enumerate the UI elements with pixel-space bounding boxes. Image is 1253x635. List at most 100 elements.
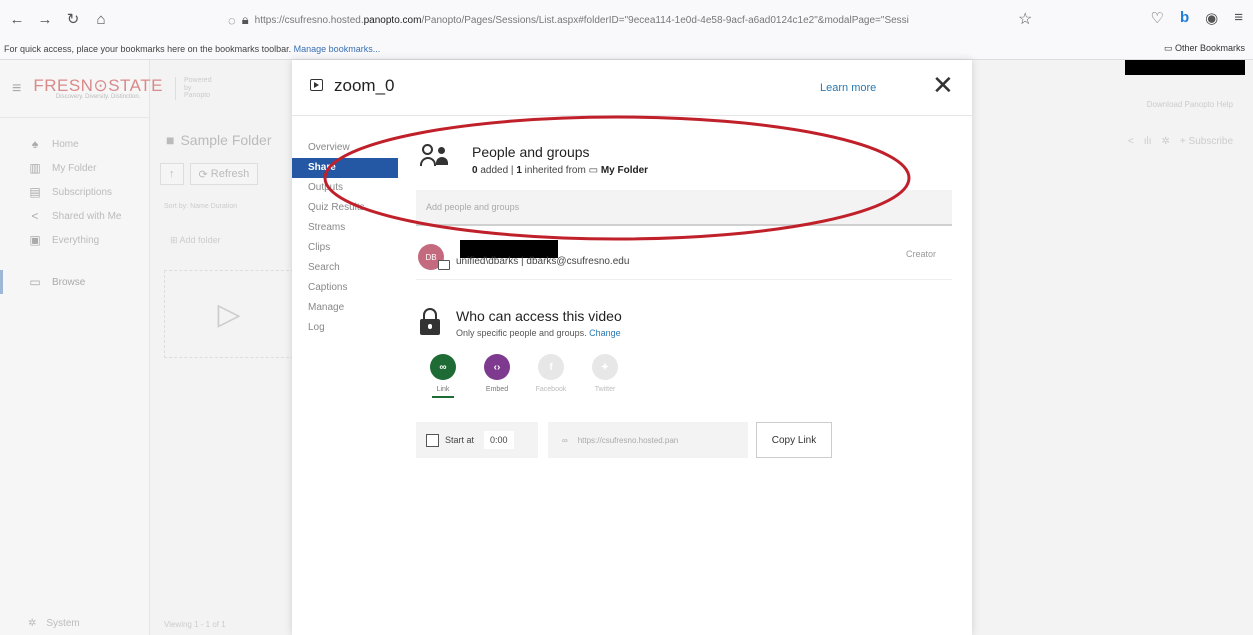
people-icon (420, 144, 450, 170)
sidebar-item-shared-with-me[interactable]: < Shared with Me (0, 204, 149, 228)
share-facebook-option[interactable]: f Facebook (526, 354, 576, 393)
link-icon: ∞ (562, 435, 568, 445)
learn-more-link[interactable]: Learn more (820, 82, 876, 94)
other-bookmarks[interactable]: ▭ Other Bookmarks (1164, 43, 1245, 54)
menu-item-quiz-results[interactable]: Quiz Results (292, 198, 398, 218)
upload-button[interactable]: ↑ (160, 163, 184, 185)
menu-item-share[interactable]: Share (292, 158, 398, 178)
right-panel: Download Panopto Help < ılı ✲ + Subscrib… (972, 60, 1253, 635)
other-bookmarks-label: Other Bookmarks (1174, 43, 1245, 53)
sort-bar: Sort by: Name Duration (164, 203, 238, 210)
twitter-icon: ✦ (592, 354, 618, 380)
logo-text: FRESN⊙STATE (33, 76, 163, 95)
manage-bookmarks-link[interactable]: Manage bookmarks... (294, 44, 381, 54)
share-content: People and groups 0 added | 1 inherited … (416, 116, 956, 635)
menu-icon[interactable]: ≡ (1234, 9, 1243, 27)
menu-item-clips[interactable]: Clips (292, 238, 398, 258)
change-access-link[interactable]: Change (589, 328, 621, 338)
link-controls: Start at 0:00 ∞ https://csufresno.hosted… (416, 422, 952, 462)
added-label: added (480, 165, 509, 176)
share-option-label: Facebook (535, 386, 567, 393)
copy-link-button[interactable]: Copy Link (756, 422, 832, 458)
share-options: ∞ Link ‹› Embed f Facebook ✦ Twitter (416, 354, 676, 404)
bookmark-star-icon[interactable]: ☆ (1018, 9, 1032, 29)
browser-toolbar: ← → ↻ ⌂ ◌ 🔒︎ https://csufresno.hosted. pa… (0, 0, 1253, 38)
embed-icon: ‹› (484, 354, 510, 380)
settings-icon[interactable]: ✲ (1162, 136, 1170, 147)
forward-icon[interactable]: → (34, 8, 56, 30)
inherited-count: 1 (516, 165, 522, 176)
sidebar-item-browse[interactable]: ▭ Browse (0, 270, 149, 294)
sidebar-item-label: Everything (52, 234, 100, 246)
share-modal: zoom_0 Learn more ✕ Overview Share Outpu… (292, 60, 972, 635)
modal-header: zoom_0 Learn more ✕ (292, 60, 972, 116)
stats-icon[interactable]: ılı (1144, 136, 1152, 147)
back-icon[interactable]: ← (6, 8, 28, 30)
sidebar-item-label: My Folder (52, 162, 97, 174)
sidebar-item-label: Browse (52, 276, 86, 288)
sidebar-item-label: Shared with Me (52, 210, 122, 222)
viewing-count: Viewing 1 - 1 of 1 (164, 620, 226, 629)
sidebar-item-subscriptions[interactable]: ▤ Subscriptions (0, 180, 149, 204)
sidebar-item-everything[interactable]: ▣ Everything (0, 228, 149, 252)
subscribe-button[interactable]: + Subscribe (1180, 136, 1233, 147)
profile-icon[interactable]: ◉ (1205, 9, 1218, 27)
hamburger-icon[interactable]: ≡ (12, 80, 21, 98)
url-rest: /Panopto/Pages/Sessions/List.aspx#folder… (421, 14, 909, 26)
home-icon[interactable]: ⌂ (90, 8, 112, 30)
folder-badge-icon (438, 260, 450, 270)
download-panopto-link[interactable]: Download Panopto Help (1147, 100, 1233, 109)
share-twitter-option[interactable]: ✦ Twitter (580, 354, 630, 393)
share-option-label: Embed (485, 386, 509, 393)
sidebar-item-home[interactable]: ♠ Home (0, 132, 149, 156)
menu-item-captions[interactable]: Captions (292, 278, 398, 298)
lock-icon: 🔒︎ (241, 12, 249, 27)
link-icon: ∞ (430, 354, 456, 380)
people-groups-title: People and groups (472, 144, 590, 160)
play-icon: ▷ (217, 297, 241, 331)
start-time-input[interactable]: 0:00 (484, 431, 514, 449)
refresh-button[interactable]: ⟳ Refresh (189, 163, 259, 185)
share-option-label: Link (432, 386, 454, 398)
refresh-label: Refresh (210, 168, 250, 180)
share-link-option[interactable]: ∞ Link (418, 354, 468, 398)
reload-icon[interactable]: ↻ (62, 8, 84, 30)
folder-outline-icon: ▭ (29, 275, 41, 289)
extension-icon[interactable]: b (1180, 9, 1189, 27)
menu-item-log[interactable]: Log (292, 318, 398, 338)
share-link-field[interactable]: ∞ https://csufresno.hosted.pan (548, 422, 748, 458)
menu-item-search[interactable]: Search (292, 258, 398, 278)
start-at-control: Start at 0:00 (416, 422, 538, 458)
facebook-icon: f (538, 354, 564, 380)
pocket-icon[interactable]: ♡ (1151, 9, 1164, 27)
close-icon[interactable]: ✕ (932, 72, 954, 98)
menu-item-streams[interactable]: Streams (292, 218, 398, 238)
access-title: Who can access this video (456, 308, 622, 324)
add-folder-button[interactable]: ⊞ Add folder (170, 235, 221, 246)
inherited-label: inherited from (524, 165, 586, 176)
share-icon[interactable]: < (1128, 136, 1134, 147)
menu-item-outputs[interactable]: Outputs (292, 178, 398, 198)
share-option-label: Twitter (594, 386, 616, 393)
system-item[interactable]: ✲ System (28, 618, 80, 629)
sidebar-item-my-folder[interactable]: ▥ My Folder (0, 156, 149, 180)
start-at-checkbox[interactable] (426, 433, 439, 447)
fresno-state-logo: FRESN⊙STATE Discovery. Diversity. Distin… (33, 77, 163, 100)
url-bar[interactable]: ◌ 🔒︎ https://csufresno.hosted. panopto.co… (228, 8, 1038, 32)
system-label: System (46, 618, 80, 629)
modal-title: zoom_0 (334, 76, 395, 95)
folder-title: ■ Sample Folder (166, 132, 272, 148)
share-link-url: https://csufresno.hosted.pan (577, 435, 679, 445)
access-section: Who can access this video Only specific … (416, 304, 952, 344)
folder-title-text: Sample Folder (180, 132, 272, 148)
people-groups-header: People and groups 0 added | 1 inherited … (416, 138, 952, 184)
video-thumbnail[interactable]: ▷ (164, 270, 294, 358)
inherited-folder[interactable]: My Folder (601, 165, 648, 176)
sidebar: ≡ FRESN⊙STATE Discovery. Diversity. Dist… (0, 60, 212, 635)
add-people-input[interactable] (416, 190, 952, 226)
menu-item-overview[interactable]: Overview (292, 138, 398, 158)
redaction-box (1125, 60, 1245, 75)
share-embed-option[interactable]: ‹› Embed (472, 354, 522, 393)
bookmarks-hint: For quick access, place your bookmarks h… (4, 44, 292, 54)
menu-item-manage[interactable]: Manage (292, 298, 398, 318)
